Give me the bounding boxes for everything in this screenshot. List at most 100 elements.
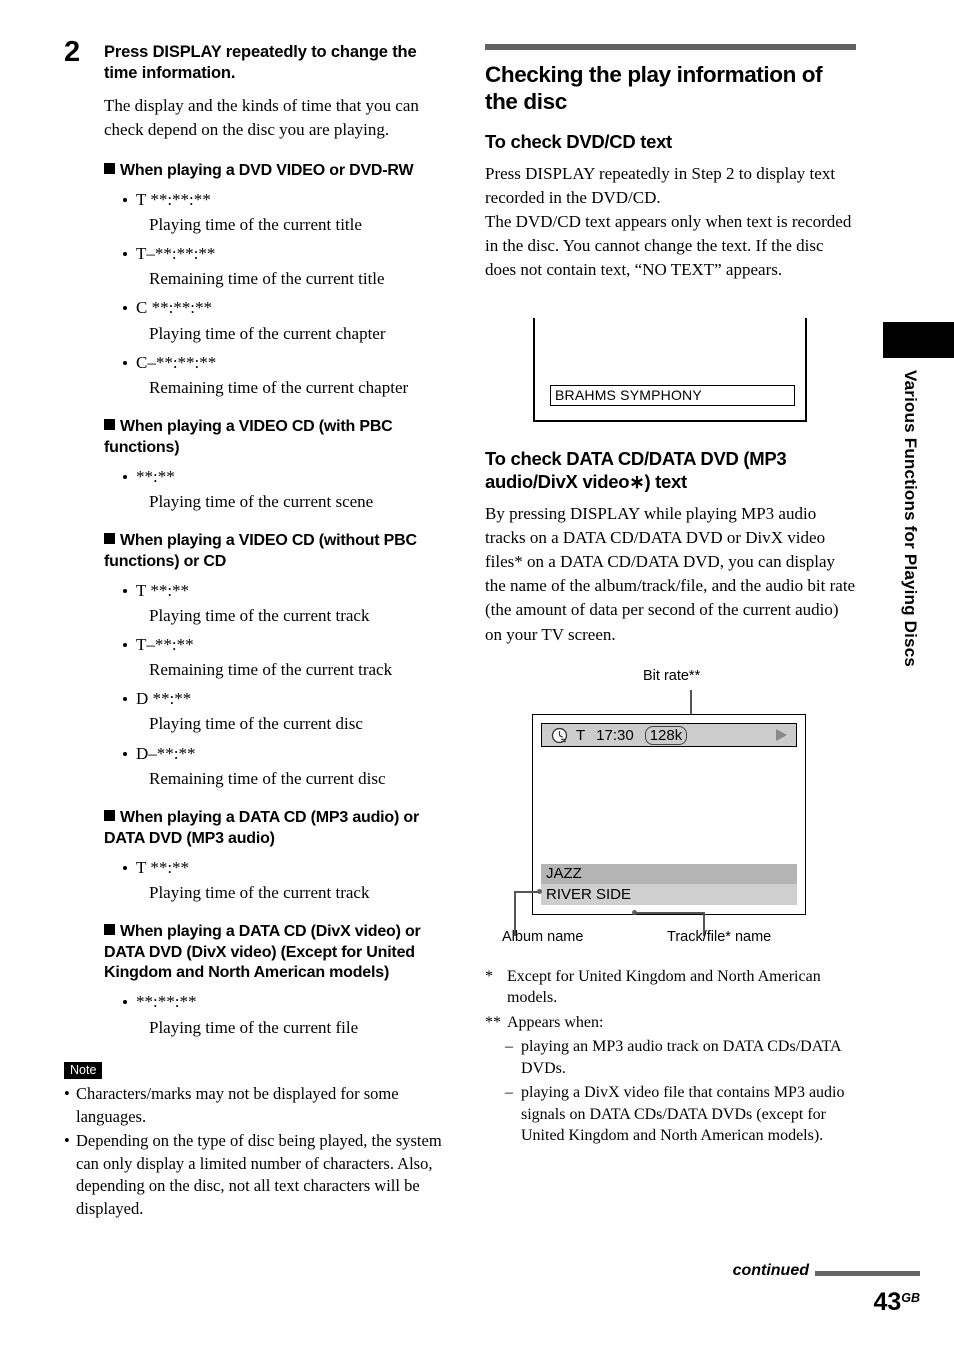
group-items-video-cd-nopbc: T **:** Playing time of the current trac… [104,580,454,790]
footnote-subitem: – playing a DivX video file that contain… [505,1082,856,1146]
status-time-value: 17:30 [596,726,634,744]
group-heading-label: When playing a DVD VIDEO or DVD-RW [120,161,414,179]
square-bullet-icon [104,532,115,544]
time-code: T **:** [136,857,190,877]
time-code: T–**:** [136,634,194,654]
dash-marker: – [505,1038,513,1056]
time-code: **:** [136,466,175,486]
time-code: C–**:**:** [136,352,217,372]
time-code: D **:** [136,689,192,709]
time-code: C **:**:** [136,298,213,318]
time-desc: Playing time of the current file [149,1017,359,1037]
subsection-paragraph: Press DISPLAY repeatedly in Step 2 to di… [485,163,836,207]
page-number-value: 43 [873,1288,902,1316]
square-bullet-icon [104,162,115,174]
album-name-row: JAZZ [541,864,797,884]
group-heading-video-cd-pbc: When playing a VIDEO CD (with PBC functi… [104,417,454,459]
list-item: T **:** Playing time of the current trac… [104,857,454,904]
note-badge: Note [64,1061,103,1079]
time-code: D–**:** [136,743,196,763]
page-region-suffix: GB [901,1291,920,1305]
track-leader-horizontal [634,912,704,914]
time-desc: Remaining time of the current track [149,660,393,680]
step-block: 2 Press DISPLAY repeatedly to change the… [64,38,454,143]
time-code: T **:**:** [136,189,211,209]
time-desc: Remaining time of the current title [149,269,385,289]
time-desc: Playing time of the current chapter [149,323,386,343]
group-heading-dvd-video: When playing a DVD VIDEO or DVD-RW [104,161,454,182]
left-column: 2 Press DISPLAY repeatedly to change the… [64,38,454,1221]
square-bullet-icon [104,809,115,821]
time-code: **:**:** [136,992,197,1012]
group-items-video-cd-pbc: **:** Playing time of the current scene [104,466,454,513]
footnote-single-star: * Except for United Kingdom and North Am… [485,966,856,1009]
subsection-paragraph: By pressing DISPLAY while playing MP3 au… [485,503,856,644]
square-bullet-icon [104,419,115,431]
footnote-subtext: playing a DivX video file that contains … [521,1084,845,1145]
bitrate-callout-label: Bit rate** [643,668,701,684]
list-item: C–**:**:** Remaining time of the current… [104,352,454,399]
footnote-marker: * [485,968,493,985]
time-desc: Playing time of the current disc [149,714,363,734]
list-item: D–**:** Remaining time of the current di… [104,743,454,790]
dash-marker: – [505,1084,513,1102]
tv-screen-diagram-datacd: Bit rate** T 17:30 128k JAZZ RIVER SIDE … [490,668,854,956]
footnote-text: Except for United Kingdom and North Amer… [507,968,821,1007]
group-heading-data-divx: When playing a DATA CD (DivX video) or D… [104,922,454,984]
footnote-double-star: ** Appears when: [485,1012,856,1033]
time-desc: Playing time of the current track [149,882,370,902]
clock-icon [551,727,568,743]
list-item: T–**:** Remaining time of the current tr… [104,634,454,681]
subsection-paragraph: The DVD/CD text appears only when text i… [485,212,852,280]
list-item: **:**:** Playing time of the current fil… [104,991,454,1038]
list-item: T–**:**:** Remaining time of the current… [104,243,454,290]
time-desc: Remaining time of the current chapter [149,377,409,397]
group-heading-label: When playing a DATA CD (DivX video) or D… [104,922,421,982]
track-name-row: RIVER SIDE [541,884,797,905]
status-mode-label: T [576,726,586,744]
time-desc: Playing time of the current title [149,214,362,234]
right-column: Checking the play information of the dis… [485,44,856,282]
footnotes: * Except for United Kingdom and North Am… [485,963,856,1147]
tv-status-bar: T 17:30 128k [541,723,797,747]
play-icon [776,729,787,741]
time-code: T–**:**:** [136,243,216,263]
group-items-data-divx: **:**:** Playing time of the current fil… [104,991,454,1038]
time-desc: Remaining time of the current disc [149,768,386,788]
list-item: T **:**:** Playing time of the current t… [104,189,454,236]
list-item: T **:** Playing time of the current trac… [104,580,454,627]
time-code: T **:** [136,580,190,600]
list-item: C **:**:** Playing time of the current c… [104,297,454,344]
footnote-subitem: – playing an MP3 audio track on DATA CDs… [505,1036,856,1079]
step-paragraph: The display and the kinds of time that y… [104,95,419,140]
group-heading-label: When playing a VIDEO CD (with PBC functi… [104,418,393,456]
album-leader-horizontal [514,891,539,893]
step-number: 2 [64,36,81,68]
subsection-title-dvdcd-text: To check DVD/CD text [485,130,672,152]
footer-rule [815,1271,920,1276]
square-bullet-icon [104,923,115,935]
continued-label: continued [732,1262,809,1279]
section-rule [485,44,856,50]
subsection-data-cd-block: To check DATA CD/DATA DVD (MP3 audio/Div… [485,448,856,647]
group-heading-data-mp3: When playing a DATA CD (MP3 audio) or DA… [104,808,454,850]
side-tab-label: Various Functions for Playing Discs [901,370,920,668]
tv-screen-illustration-dvdcd-text: BRAHMS SYMPHONY [533,318,807,422]
list-item: D **:** Playing time of the current disc [104,688,454,735]
list-item: **:** Playing time of the current scene [104,466,454,513]
group-items-dvd-video: T **:**:** Playing time of the current t… [104,189,454,399]
footnote-subtext: playing an MP3 audio track on DATA CDs/D… [521,1038,841,1077]
tv-screen-frame: T 17:30 128k JAZZ RIVER SIDE [532,714,806,915]
note-item: Characters/marks may not be displayed fo… [64,1083,454,1128]
footnote-marker: ** [485,1013,501,1031]
group-heading-label: When playing a DATA CD (MP3 audio) or DA… [104,808,419,847]
side-tab-marker [883,322,954,358]
step-title: Press DISPLAY repeatedly to change the t… [104,43,417,83]
disc-type-groups: When playing a DVD VIDEO or DVD-RW T **:… [104,161,454,1039]
group-items-data-mp3: T **:** Playing time of the current trac… [104,857,454,904]
time-desc: Playing time of the current track [149,605,370,625]
time-desc: Playing time of the current scene [149,491,374,511]
track-callout-label: Track/file* name [667,929,772,945]
page-number: 43GB [873,1288,920,1317]
note-block: Note Characters/marks may not be display… [64,1061,454,1221]
